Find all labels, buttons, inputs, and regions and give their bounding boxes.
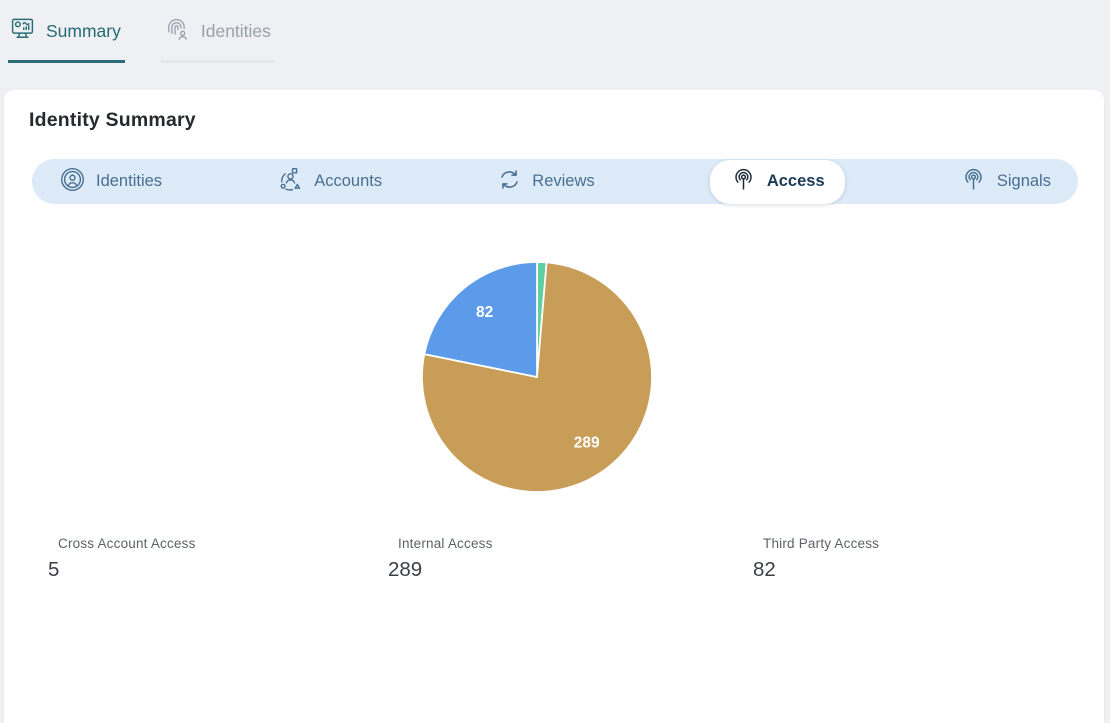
stat-value: 5 (48, 558, 196, 582)
tab-label: Identities (96, 172, 162, 191)
tab-signals[interactable]: Signals (960, 166, 1051, 198)
tap-signals-icon (960, 166, 987, 198)
stat-cross-account-access: Cross Account Access 5 (48, 536, 196, 582)
tab-access[interactable]: Access (710, 160, 845, 204)
tap-access-icon (730, 166, 757, 198)
pie-chart: 289 82 (420, 260, 654, 494)
access-stats-row: Cross Account Access 5 Internal Access 2… (4, 534, 1104, 614)
tab-label: Accounts (314, 172, 382, 191)
tab-label: Access (767, 172, 825, 191)
tab-accounts[interactable]: Accounts (277, 166, 382, 198)
tab-label: Reviews (532, 172, 594, 191)
section-tabbar: Identities Accounts (32, 159, 1078, 204)
page-title: Identity Summary (4, 90, 1104, 132)
identity-summary-card: Identity Summary Identities (4, 90, 1104, 723)
stat-label: Third Party Access (753, 536, 879, 551)
stat-internal-access: Internal Access 289 (388, 536, 493, 582)
top-tab-summary[interactable]: Summary (8, 13, 125, 63)
stat-label: Cross Account Access (48, 536, 196, 551)
stat-third-party-access: Third Party Access 82 (753, 536, 879, 582)
stat-value: 82 (753, 558, 879, 582)
top-nav: Summary Identities (8, 13, 275, 63)
access-chart-area: 289 82 (4, 204, 1104, 534)
stat-value: 289 (388, 558, 493, 582)
tab-identities[interactable]: Identities (59, 166, 162, 198)
stat-label: Internal Access (388, 536, 493, 551)
pie-value-label: 289 (574, 434, 600, 451)
summary-dashboard-icon (10, 16, 35, 46)
top-tab-identities[interactable]: Identities (161, 13, 275, 63)
top-tab-label: Summary (46, 21, 121, 42)
accounts-group-icon (277, 166, 304, 198)
refresh-cycle-icon (497, 167, 522, 197)
person-circle-icon (59, 166, 86, 198)
pie-value-label: 82 (476, 304, 493, 321)
tab-label: Signals (997, 172, 1051, 191)
tab-reviews[interactable]: Reviews (497, 167, 594, 197)
fingerprint-identity-icon (163, 15, 190, 47)
top-tab-label: Identities (201, 21, 271, 42)
